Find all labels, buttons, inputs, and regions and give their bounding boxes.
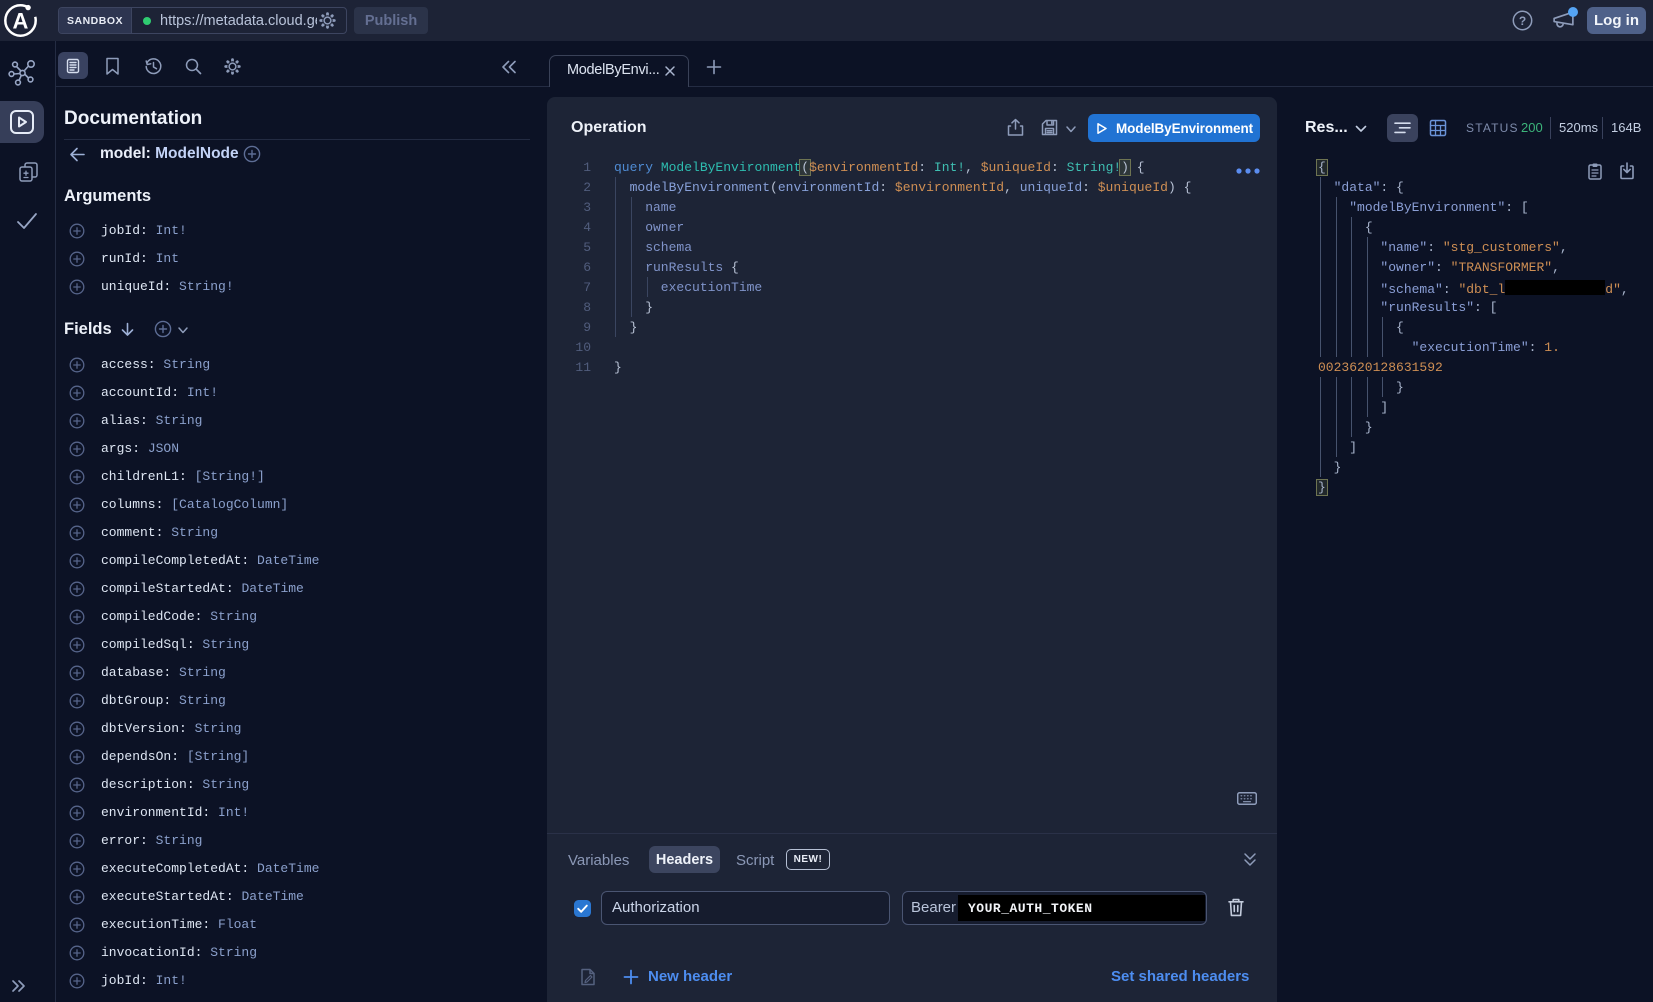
svg-text:?: ? (1519, 14, 1526, 28)
svg-text:A: A (13, 9, 29, 34)
